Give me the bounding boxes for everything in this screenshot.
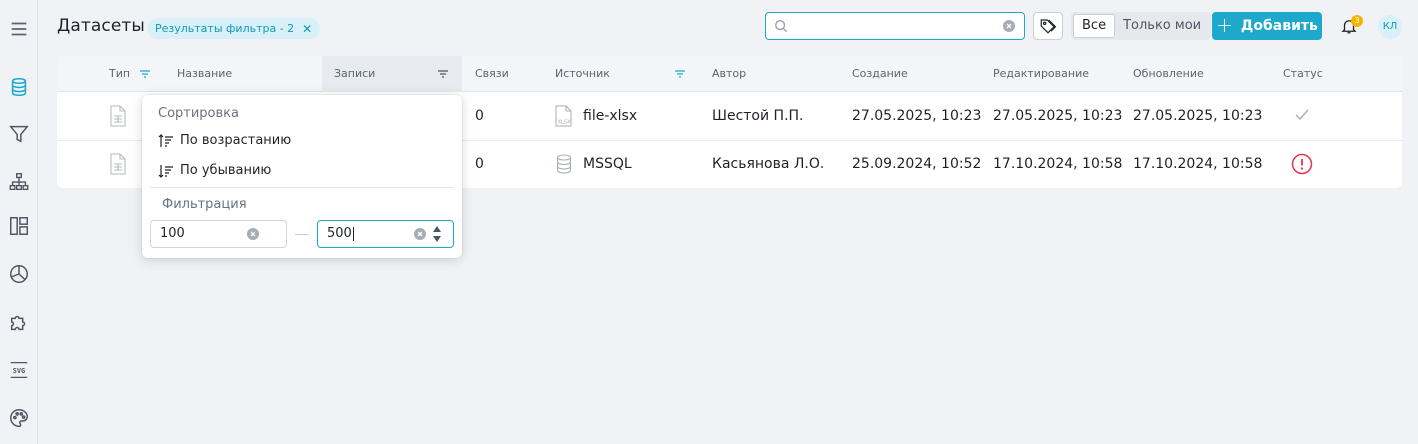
pie-chart-icon[interactable] (5, 260, 33, 288)
filter-chip-label: Результаты фильтра - 2 (155, 22, 295, 35)
cell-created: 27.05.2025, 10:23 (852, 108, 982, 124)
close-icon[interactable]: ✕ (302, 22, 312, 36)
notification-badge: 3 (1351, 15, 1363, 27)
puzzle-icon[interactable] (5, 308, 33, 336)
column-header-links[interactable]: Связи (475, 56, 509, 92)
range-separator (295, 234, 309, 235)
column-filter-icon[interactable] (139, 68, 151, 80)
column-header-author[interactable]: Автор (712, 56, 746, 92)
column-header-source[interactable]: Источник (555, 56, 610, 92)
number-stepper-icon[interactable] (432, 225, 442, 243)
plus-icon: + (1216, 13, 1233, 37)
menu-icon[interactable] (5, 15, 33, 43)
sort-ascending-icon (158, 133, 173, 147)
cell-created: 25.09.2024, 10:52 (852, 156, 982, 172)
column-filter-icon[interactable] (437, 68, 449, 80)
dataset-file-icon (110, 153, 126, 175)
column-header-type[interactable]: Тип (109, 56, 130, 92)
sort-ascending-label: По возрастанию (180, 133, 292, 148)
cell-updated: 17.10.2024, 10:58 (1133, 156, 1263, 172)
divider (150, 187, 454, 188)
avatar[interactable]: КЛ (1378, 15, 1402, 39)
filter-results-chip[interactable]: Результаты фильтра - 2 ✕ (147, 18, 321, 39)
column-header-edited[interactable]: Редактирование (993, 56, 1089, 92)
column-filter-icon[interactable] (674, 68, 686, 80)
sidebar: SVG (0, 0, 38, 444)
cell-source: MSSQL (583, 156, 632, 172)
tags-button[interactable] (1033, 12, 1063, 40)
cell-links: 0 (475, 156, 484, 172)
hierarchy-icon[interactable] (5, 168, 33, 196)
range-from-value: 100 (160, 226, 185, 241)
scope-toggle: Все Только мои (1071, 12, 1212, 40)
cell-source: file-xlsx (583, 108, 638, 124)
svg-text:XLSX: XLSX (558, 120, 571, 126)
column-header-records[interactable]: Записи (334, 56, 375, 92)
range-to-input[interactable]: 500 (317, 220, 454, 248)
clear-search-icon[interactable] (1003, 20, 1015, 32)
column-header-status[interactable]: Статус (1283, 56, 1323, 92)
cell-updated: 27.05.2025, 10:23 (1133, 108, 1263, 124)
column-header-name[interactable]: Название (177, 56, 232, 92)
add-button-label: Добавить (1240, 18, 1318, 34)
svg-text:SVG: SVG (13, 367, 25, 375)
scope-all-button[interactable]: Все (1073, 14, 1116, 38)
column-header-updated[interactable]: Обновление (1133, 56, 1204, 92)
cell-links: 0 (475, 108, 484, 124)
sort-descending-label: По убыванию (180, 163, 272, 178)
add-button[interactable]: + Добавить (1212, 12, 1322, 40)
filter-section-title: Фильтрация (162, 197, 247, 212)
cell-author: Касьянова Л.О. (712, 156, 825, 172)
error-status-icon[interactable] (1291, 153, 1313, 175)
palette-icon[interactable] (5, 404, 33, 432)
clear-to-icon[interactable] (414, 228, 426, 240)
dashboard-layout-icon[interactable] (5, 212, 33, 240)
database-icon[interactable] (5, 73, 33, 101)
column-header-created[interactable]: Создание (852, 56, 908, 92)
sort-ascending-option[interactable]: По возрастанию (158, 133, 291, 148)
database-icon (556, 154, 572, 174)
tag-icon (1040, 19, 1057, 34)
check-icon (1295, 109, 1309, 121)
table-header: Тип Название Записи Связи Источник Автор… (57, 56, 1402, 92)
sort-descending-icon (158, 164, 173, 178)
svg-icon[interactable]: SVG (5, 356, 33, 384)
search-input[interactable] (765, 12, 1025, 40)
page-title: Датасеты (57, 16, 145, 36)
xlsx-file-icon: XLSX (555, 105, 572, 127)
range-to-value: 500 (327, 226, 352, 241)
filter-icon[interactable] (5, 120, 33, 148)
sort-section-title: Сортировка (158, 106, 239, 121)
scope-mine-button[interactable]: Только мои (1115, 14, 1209, 38)
cell-edited: 27.05.2025, 10:23 (993, 108, 1123, 124)
clear-from-icon[interactable] (247, 228, 259, 240)
range-from-input[interactable]: 100 (150, 220, 287, 248)
cell-edited: 17.10.2024, 10:58 (993, 156, 1123, 172)
search-icon (775, 20, 788, 33)
column-options-popup: Сортировка По возрастанию По убыванию Фи… (142, 95, 462, 258)
cell-author: Шестой П.П. (712, 108, 804, 124)
sort-descending-option[interactable]: По убыванию (158, 163, 271, 178)
dataset-file-icon (110, 105, 126, 127)
